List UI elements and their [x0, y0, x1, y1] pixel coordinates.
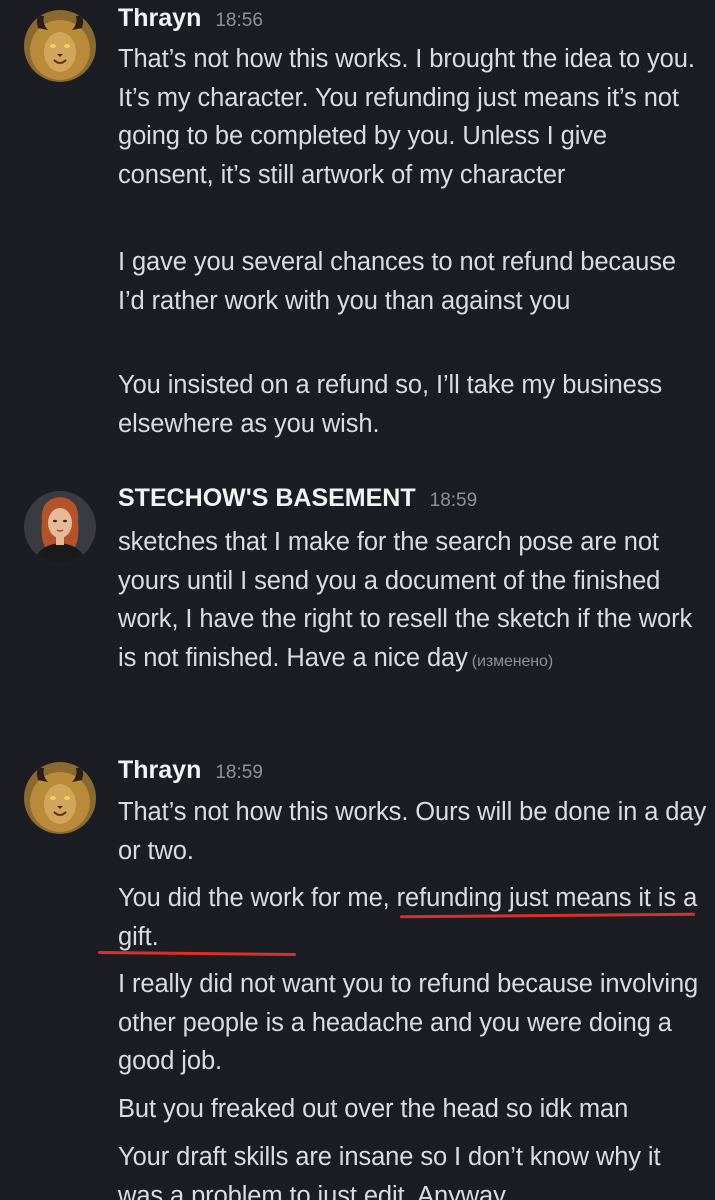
- timestamp: 18:59: [429, 490, 478, 511]
- message-body: sketches that I make for the search pose…: [118, 528, 693, 672]
- redhead-woman-avatar-icon: [24, 491, 96, 563]
- avatar-thrayn[interactable]: [24, 10, 96, 82]
- message-header: Thrayn 18:56: [118, 4, 263, 38]
- author-name[interactable]: Thrayn: [118, 4, 201, 33]
- edited-label: (изменено): [471, 652, 554, 670]
- lion-demon-avatar-icon: [24, 10, 96, 82]
- message-text: That’s not how this works. I brought the…: [118, 45, 695, 189]
- message-text: I gave you several chances to not refund…: [118, 248, 676, 315]
- message-text: sketches that I make for the search pose…: [118, 523, 708, 681]
- message-text: You insisted on a refund so, I’ll take m…: [118, 371, 663, 438]
- avatar-stechow[interactable]: [24, 491, 96, 563]
- author-name[interactable]: STECHOW'S BASEMENT: [118, 484, 416, 513]
- timestamp: 18:59: [215, 762, 263, 783]
- timestamp: 18:56: [215, 10, 263, 31]
- message-text: I really did not want you to refund beca…: [118, 970, 699, 1075]
- message-text: That’s not how this works. Ours will be …: [118, 798, 707, 865]
- message-header: STECHOW'S BASEMENT 18:59: [118, 484, 477, 518]
- lion-demon-avatar-icon: [24, 762, 96, 834]
- avatar-thrayn[interactable]: [24, 762, 96, 834]
- message-header: Thrayn 18:59: [118, 756, 263, 790]
- author-name[interactable]: Thrayn: [118, 756, 201, 785]
- chat-log: Thrayn 18:56 That’s not how this works. …: [0, 0, 715, 1200]
- message-text: But you freaked out over the head so idk…: [118, 1095, 629, 1123]
- message-text: Your draft skills are insane so I don’t …: [118, 1143, 661, 1200]
